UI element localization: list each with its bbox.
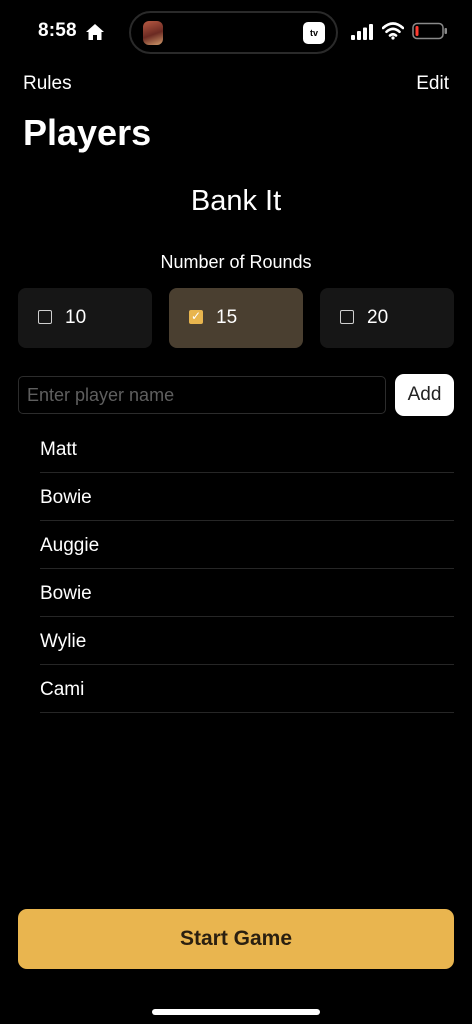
player-name: Cami bbox=[40, 679, 85, 700]
game-title: Bank It bbox=[190, 185, 282, 217]
player-name-input[interactable] bbox=[18, 376, 386, 414]
checkbox-unchecked-icon[interactable] bbox=[340, 310, 354, 324]
edit-button[interactable]: Edit bbox=[416, 73, 449, 95]
player-row[interactable]: Wylie bbox=[40, 617, 454, 665]
player-name: Wylie bbox=[40, 631, 87, 652]
player-row[interactable]: Auggie bbox=[40, 521, 454, 569]
round-option-15[interactable]: ✓ 15 bbox=[169, 288, 303, 348]
player-name: Bowie bbox=[40, 487, 92, 508]
rules-button[interactable]: Rules bbox=[23, 73, 72, 95]
checkbox-unchecked-icon[interactable] bbox=[38, 310, 52, 324]
round-option-label: 20 bbox=[367, 307, 389, 328]
battery-low-icon bbox=[412, 22, 447, 40]
dynamic-island[interactable]: tv bbox=[129, 11, 338, 54]
round-option-10[interactable]: 10 bbox=[18, 288, 152, 348]
player-row[interactable]: Matt bbox=[40, 425, 454, 473]
player-list: Matt Bowie Auggie Bowie Wylie Cami bbox=[40, 425, 454, 713]
home-indicator[interactable] bbox=[152, 1009, 320, 1015]
rounds-label: Number of Rounds bbox=[160, 252, 312, 272]
player-name: Matt bbox=[40, 439, 77, 460]
apple-tv-icon: tv bbox=[303, 22, 325, 44]
cellular-signal-icon bbox=[351, 24, 373, 40]
player-name: Bowie bbox=[40, 583, 92, 604]
status-bar: 8:58 tv bbox=[0, 0, 472, 64]
round-option-label: 10 bbox=[65, 307, 87, 328]
page-title: Players bbox=[23, 112, 152, 153]
player-row[interactable]: Bowie bbox=[40, 473, 454, 521]
home-icon bbox=[86, 24, 104, 40]
start-game-button[interactable]: Start Game bbox=[18, 909, 454, 969]
wifi-icon bbox=[382, 22, 404, 40]
round-option-label: 15 bbox=[216, 307, 238, 328]
checkbox-checked-icon[interactable]: ✓ bbox=[189, 309, 203, 324]
player-name: Auggie bbox=[40, 535, 100, 556]
status-time: 8:58 bbox=[38, 20, 77, 41]
player-row[interactable]: Bowie bbox=[40, 569, 454, 617]
player-row[interactable]: Cami bbox=[40, 665, 454, 713]
round-option-20[interactable]: 20 bbox=[320, 288, 454, 348]
add-player-button[interactable]: Add bbox=[395, 374, 454, 416]
checkmark-icon: ✓ bbox=[191, 309, 202, 323]
now-playing-artwork bbox=[143, 21, 163, 45]
